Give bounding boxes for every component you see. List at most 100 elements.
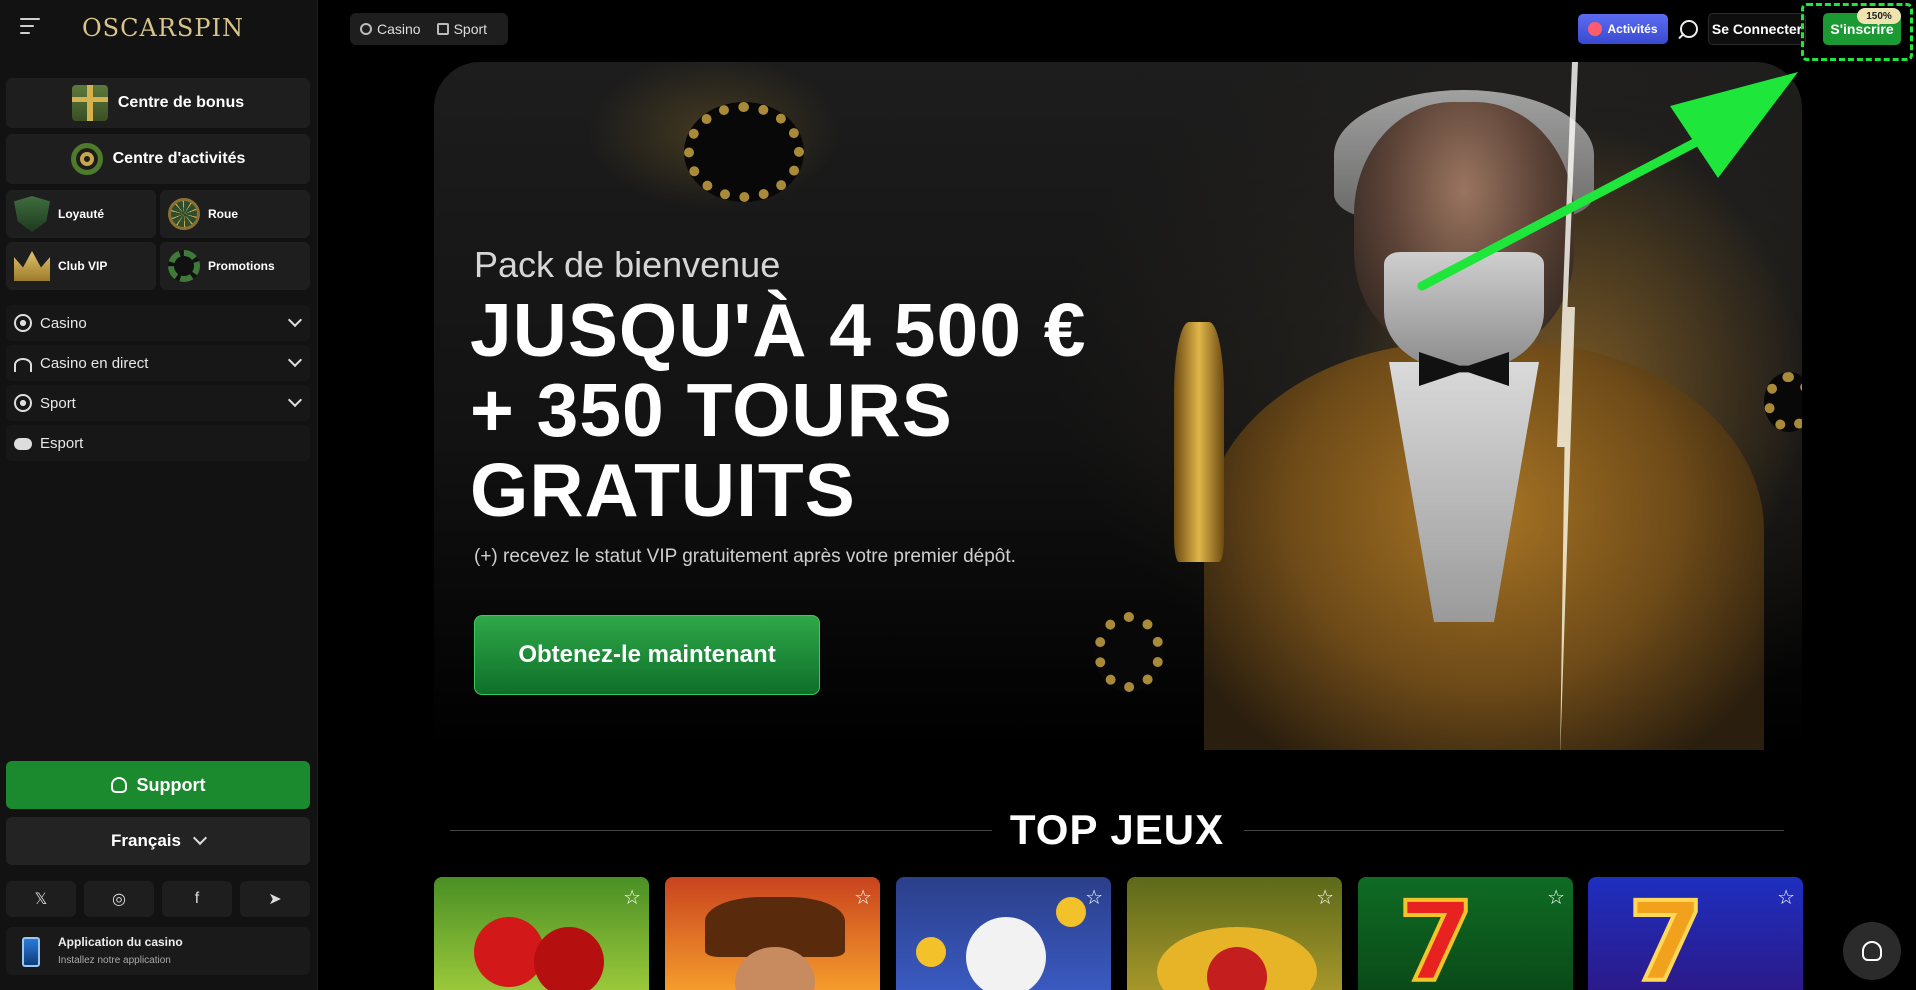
seven-symbol-image: 7: [1396, 878, 1477, 990]
game-card-chicken[interactable]: ☆: [896, 877, 1111, 990]
coin-image: [916, 937, 946, 967]
top-tabs: Casino Sport: [350, 13, 508, 45]
top-games-title: TOP JEUX: [1009, 806, 1225, 853]
activity-center-button[interactable]: Centre d'activités: [6, 134, 310, 184]
game-card-adventurer[interactable]: ☆: [665, 877, 880, 990]
tile-wheel-label: Roue: [208, 207, 238, 221]
claim-bonus-button[interactable]: Obtenez-le maintenant: [474, 615, 820, 695]
hero-title-line: JUSQU'À 4 500 €: [470, 288, 1087, 372]
support-label: Support: [136, 774, 206, 795]
sidebar-item-live-casino[interactable]: Casino en direct: [6, 345, 310, 381]
sidebar-item-label: Sport: [40, 394, 76, 412]
search-icon[interactable]: [1680, 20, 1698, 38]
gift-icon: [71, 85, 108, 121]
telegram-button[interactable]: ➤: [240, 881, 310, 917]
divider: [450, 830, 992, 831]
casino-app-banner[interactable]: Application du casino Installez notre ap…: [6, 927, 310, 975]
sidebar-item-sport[interactable]: Sport: [6, 385, 310, 421]
activities-label: Activités: [1607, 22, 1658, 36]
favorite-star-icon[interactable]: ☆: [854, 885, 872, 910]
game-card-purple-seven[interactable]: 7 ☆: [1588, 877, 1803, 990]
game-card-golden-fruit[interactable]: ☆: [1127, 877, 1342, 990]
x-icon: 𝕏: [34, 891, 48, 908]
casino-chip-icon: [360, 23, 372, 35]
sidebar-header: OSCARSPIN: [0, 0, 318, 60]
tile-loyalty[interactable]: Loyauté: [6, 190, 156, 238]
chicken-image: [966, 917, 1046, 990]
logo[interactable]: OSCARSPIN: [82, 14, 244, 42]
instagram-button[interactable]: ◎: [84, 881, 154, 917]
casino-chip-icon: [14, 314, 32, 332]
chip-icon: [168, 250, 200, 282]
cherry-image: [474, 917, 544, 987]
tile-promotions-label: Promotions: [208, 259, 275, 273]
poker-chip-image: [684, 102, 804, 202]
hero-title-line: + 350 TOURS: [470, 368, 953, 452]
hero-kicker: Pack de bienvenue: [474, 244, 781, 285]
hero-title: JUSQU'À 4 500 € + 350 TOURS GRATUITS: [470, 290, 1090, 530]
headset-icon: [110, 777, 127, 793]
shield-icon: [14, 196, 50, 232]
favorite-star-icon[interactable]: ☆: [1777, 885, 1795, 910]
sidebar-item-esport[interactable]: Esport: [6, 425, 310, 461]
tab-casino[interactable]: Casino: [360, 21, 421, 37]
tab-sport[interactable]: Sport: [436, 21, 488, 37]
poker-chip-image: [1094, 612, 1164, 692]
sidebar-item-label: Esport: [40, 434, 84, 452]
menu-icon[interactable]: [20, 18, 40, 36]
crown-icon: [14, 251, 50, 281]
sidebar-item-label: Casino: [40, 314, 87, 332]
app-title: Application du casino: [58, 935, 183, 949]
sport-icon: [436, 23, 449, 35]
language-label: Français: [111, 831, 181, 850]
poker-chip-image: [1764, 372, 1802, 432]
trophy-statuette-image: [1174, 322, 1224, 562]
signup-bonus-badge: 150%: [1857, 8, 1901, 24]
bonus-center-button[interactable]: Centre de bonus: [6, 78, 310, 128]
cherry-image: [534, 927, 604, 990]
soccer-ball-icon: [14, 394, 32, 412]
target-ring-icon: [70, 143, 103, 175]
chevron-down-icon[interactable]: [287, 392, 303, 408]
gamepad-icon: [14, 438, 32, 450]
facebook-icon: f: [194, 890, 200, 907]
tile-loyalty-label: Loyauté: [58, 207, 105, 221]
game-card-cherry[interactable]: ☆: [434, 877, 649, 990]
activity-center-label: Centre d'activités: [112, 150, 246, 167]
support-button[interactable]: Support: [6, 761, 310, 809]
favorite-star-icon[interactable]: ☆: [1085, 885, 1103, 910]
hero-subtitle: (+) recevez le statut VIP gratuitement a…: [474, 546, 1016, 567]
tile-wheel[interactable]: Roue: [160, 190, 310, 238]
telegram-icon: ➤: [268, 891, 282, 908]
login-button[interactable]: Se Connecter: [1708, 13, 1806, 45]
live-broadcast-icon: [14, 358, 32, 372]
chevron-down-icon: [192, 830, 208, 846]
coin-image: [1056, 897, 1086, 927]
sidebar: OSCARSPIN Centre de bonus Centre d'activ…: [0, 0, 318, 990]
tile-vip-club[interactable]: Club VIP: [6, 242, 156, 290]
instagram-icon: ◎: [112, 891, 126, 908]
seven-symbol-image: 7: [1626, 878, 1707, 990]
app-subtitle: Installez notre application: [58, 955, 171, 966]
bonus-center-label: Centre de bonus: [117, 94, 245, 111]
favorite-star-icon[interactable]: ☆: [1316, 885, 1334, 910]
tab-label: Sport: [453, 21, 488, 37]
headset-icon: [1862, 941, 1882, 961]
hero-figure-beard: [1384, 252, 1544, 372]
game-card-hot-seven[interactable]: 7 ☆: [1358, 877, 1573, 990]
sidebar-item-casino[interactable]: Casino: [6, 305, 310, 341]
hero-title-line: GRATUITS: [470, 448, 856, 532]
activities-icon: [1588, 22, 1603, 36]
chevron-down-icon[interactable]: [287, 352, 303, 368]
x-social-button[interactable]: 𝕏: [6, 881, 76, 917]
language-selector[interactable]: Français: [6, 817, 310, 865]
favorite-star-icon[interactable]: ☆: [1547, 885, 1565, 910]
activities-button[interactable]: Activités: [1578, 14, 1668, 44]
sidebar-item-label: Casino en direct: [40, 354, 149, 372]
live-chat-button[interactable]: [1843, 922, 1901, 980]
wheel-icon: [168, 198, 200, 230]
facebook-button[interactable]: f: [162, 881, 232, 917]
favorite-star-icon[interactable]: ☆: [623, 885, 641, 910]
chevron-down-icon[interactable]: [287, 312, 303, 328]
tile-promotions[interactable]: Promotions: [160, 242, 310, 290]
